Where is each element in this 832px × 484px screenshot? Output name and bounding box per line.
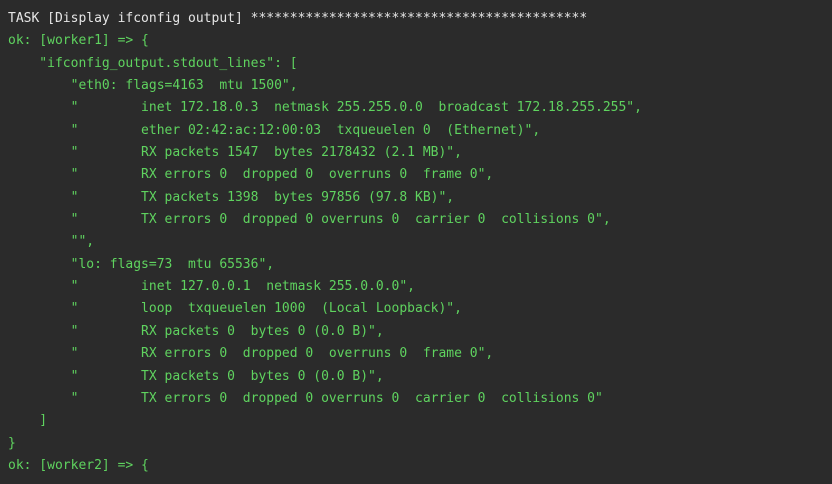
output-line: "lo: flags=73 mtu 65536", xyxy=(8,256,275,272)
output-line: " TX errors 0 dropped 0 overruns 0 carri… xyxy=(8,390,603,406)
output-line: " RX packets 1547 bytes 2178432 (2.1 MB)… xyxy=(8,145,462,161)
output-line: " ether 02:42:ac:12:00:03 txqueuelen 0 (… xyxy=(8,122,541,138)
output-line: " TX errors 0 dropped 0 overruns 0 carri… xyxy=(8,212,611,228)
output-line: " inet 172.18.0.3 netmask 255.255.0.0 br… xyxy=(8,100,642,116)
host-result-line-worker2: ok: [worker2] => { xyxy=(8,457,149,473)
stdout-lines-key-line: "ifconfig_output.stdout_lines": [ xyxy=(8,55,298,71)
array-close-line: ] xyxy=(8,413,48,429)
task-header-line: TASK [Display ifconfig output] *********… xyxy=(8,11,588,26)
output-line: " loop txqueuelen 1000 (Local Loopback)"… xyxy=(8,301,462,317)
output-line: " RX packets 0 bytes 0 (0.0 B)", xyxy=(8,323,384,339)
object-close-line: } xyxy=(8,435,16,451)
host-result-line-worker1: ok: [worker1] => { xyxy=(8,33,149,49)
output-line: " RX errors 0 dropped 0 overruns 0 frame… xyxy=(8,346,494,362)
output-line: " TX packets 0 bytes 0 (0.0 B)", xyxy=(8,368,384,384)
output-line: " inet 127.0.0.1 netmask 255.0.0.0", xyxy=(8,279,415,295)
output-line: "", xyxy=(8,234,95,250)
output-line: "eth0: flags=4163 mtu 1500", xyxy=(8,78,298,94)
terminal-output: TASK [Display ifconfig output] *********… xyxy=(0,0,832,484)
output-line: " RX errors 0 dropped 0 overruns 0 frame… xyxy=(8,167,494,183)
output-line: " TX packets 1398 bytes 97856 (97.8 KB)"… xyxy=(8,189,455,205)
